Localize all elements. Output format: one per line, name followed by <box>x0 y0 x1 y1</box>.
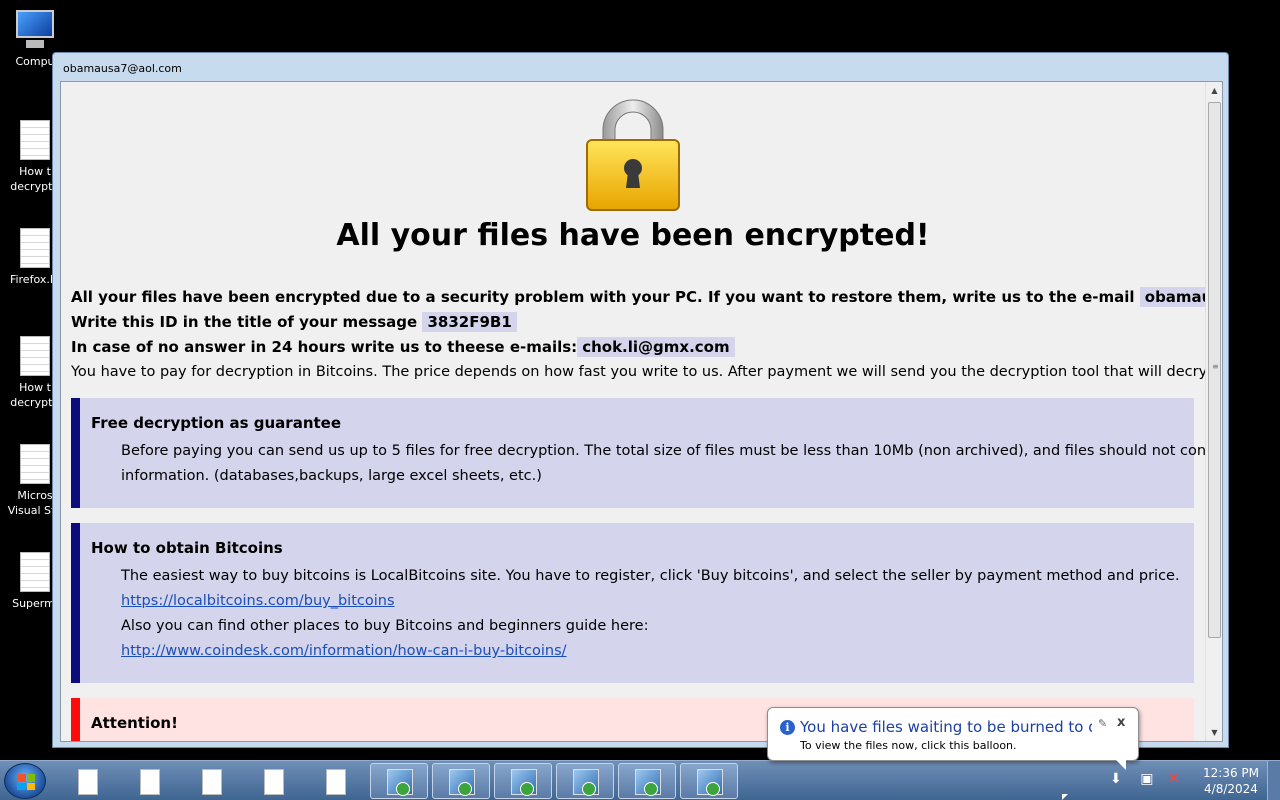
scroll-thumb[interactable]: ≡ <box>1208 102 1221 638</box>
contact-email-secondary[interactable]: chok.li@gmx.com <box>577 337 735 357</box>
balloon-subtitle: To view the files now, click this balloo… <box>800 739 1017 752</box>
obtain-bitcoins-box: How to obtain Bitcoins The easiest way t… <box>71 523 1194 683</box>
box-text: Before paying you can send us up to 5 fi… <box>121 443 1223 459</box>
document-icon <box>20 120 50 160</box>
ransom-window: obamausa7@aol.com All your files have be… <box>52 52 1229 748</box>
installer-icon <box>697 769 723 796</box>
settings-icon[interactable]: ✎ <box>1098 717 1107 730</box>
taskbar-item-installer[interactable] <box>680 763 738 799</box>
mouse-cursor-icon <box>1062 794 1068 800</box>
instruction-text: Write this ID in the title of your messa… <box>71 313 418 331</box>
clock-date: 4/8/2024 <box>1204 782 1258 796</box>
document-icon <box>20 444 50 484</box>
document-icon <box>20 552 50 592</box>
box-title: Attention! <box>91 714 178 732</box>
taskbar-item-document[interactable] <box>184 763 240 799</box>
instruction-line-4: You have to pay for decryption in Bitcoi… <box>71 364 1223 380</box>
padlock-icon <box>586 99 680 211</box>
instruction-text: All your files have been encrypted due t… <box>71 288 1135 306</box>
document-icon <box>202 769 222 795</box>
balloon-title: You have files waiting to be burned to d… <box>800 718 1092 736</box>
victim-id[interactable]: 3832F9B1 <box>422 312 517 332</box>
document-icon <box>140 769 160 795</box>
windows-logo-icon <box>17 774 35 790</box>
volume-muted-icon[interactable]: ✕ <box>1168 771 1180 787</box>
document-icon <box>78 769 98 795</box>
box-title: Free decryption as guarantee <box>91 414 342 432</box>
instruction-text: In case of no answer in 24 hours write u… <box>71 338 578 356</box>
installer-icon <box>449 769 475 796</box>
document-icon <box>264 769 284 795</box>
taskbar: ⬇ ▣ ✕ 12:36 PM 4/8/2024 <box>0 760 1280 800</box>
localbitcoins-link[interactable]: https://localbitcoins.com/buy_bitcoins <box>121 593 395 609</box>
taskbar-item-document[interactable] <box>122 763 178 799</box>
scroll-down-icon[interactable]: ▼ <box>1206 724 1222 741</box>
taskbar-item-installer[interactable] <box>370 763 428 799</box>
scroll-up-icon[interactable]: ▲ <box>1206 82 1222 99</box>
instruction-line-2: Write this ID in the title of your messa… <box>71 312 517 332</box>
system-tray: ⬇ ▣ ✕ <box>1110 771 1180 787</box>
computer-icon <box>12 8 58 50</box>
clock-time: 12:36 PM <box>1203 766 1259 780</box>
installer-icon <box>573 769 599 796</box>
box-title: How to obtain Bitcoins <box>91 539 283 557</box>
box-text: Also you can find other places to buy Bi… <box>121 618 649 634</box>
start-button[interactable] <box>4 763 46 799</box>
taskbar-item-document[interactable] <box>60 763 116 799</box>
show-desktop-button[interactable] <box>1267 761 1280 800</box>
taskbar-item-installer[interactable] <box>494 763 552 799</box>
installer-icon <box>511 769 537 796</box>
clock[interactable]: 12:36 PM 4/8/2024 <box>1196 765 1266 797</box>
burn-notification-balloon[interactable]: i You have files waiting to be burned to… <box>767 707 1139 770</box>
box-text: The easiest way to buy bitcoins is Local… <box>121 568 1180 584</box>
document-icon <box>20 336 50 376</box>
taskbar-item-document[interactable] <box>308 763 364 799</box>
close-icon[interactable]: x <box>1117 715 1125 730</box>
vertical-scrollbar[interactable]: ▲ ≡ ▼ <box>1205 82 1222 741</box>
box-text: information. (databases,backups, large e… <box>121 468 542 484</box>
taskbar-item-installer[interactable] <box>432 763 490 799</box>
page-title: All your files have been encrypted! <box>336 218 930 253</box>
instruction-line-3: In case of no answer in 24 hours write u… <box>71 337 735 357</box>
taskbar-item-installer[interactable] <box>556 763 614 799</box>
document-icon <box>326 769 346 795</box>
taskbar-item-document[interactable] <box>246 763 302 799</box>
taskbar-item-installer[interactable] <box>618 763 676 799</box>
installer-icon <box>387 769 413 796</box>
ransom-content: All your files have been encrypted! All … <box>60 81 1223 742</box>
instruction-line-1: All your files have been encrypted due t… <box>71 287 1222 307</box>
network-icon[interactable]: ▣ <box>1140 771 1153 787</box>
document-icon <box>20 228 50 268</box>
free-decryption-box: Free decryption as guarantee Before payi… <box>71 398 1222 508</box>
installer-icon <box>635 769 661 796</box>
burn-disc-icon[interactable]: ⬇ <box>1110 771 1122 787</box>
window-title: obamausa7@aol.com <box>63 62 182 75</box>
info-icon: i <box>780 720 795 735</box>
coindesk-link[interactable]: http://www.coindesk.com/information/how-… <box>121 643 567 659</box>
